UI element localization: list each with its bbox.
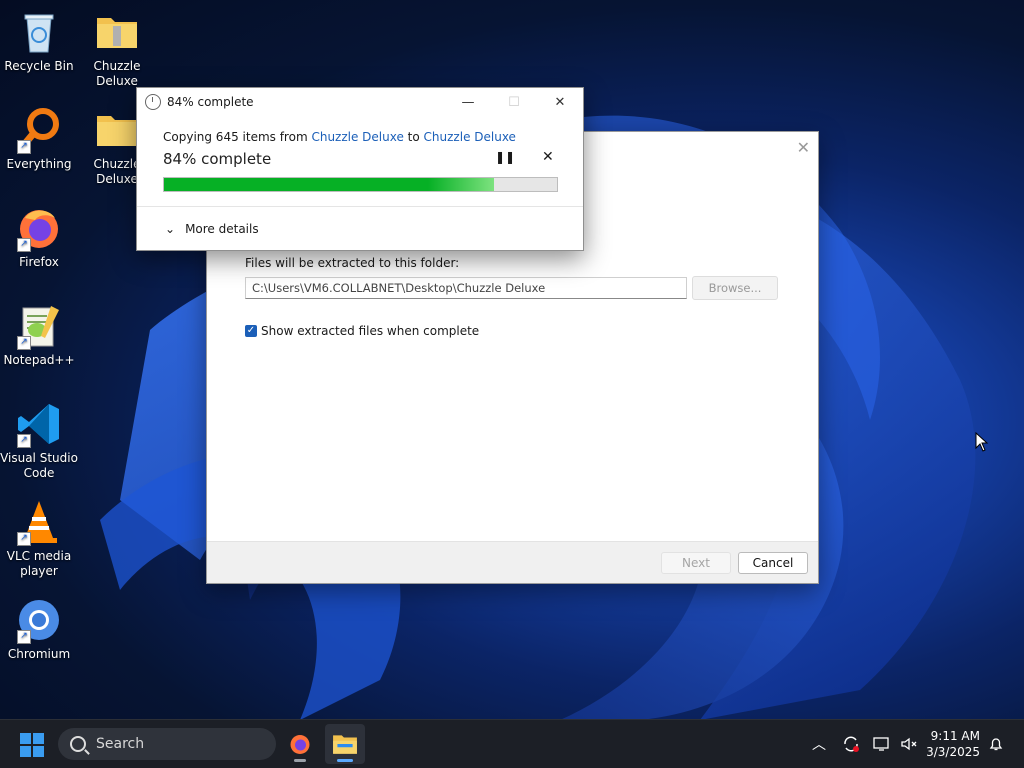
shortcut-arrow-icon: ↗: [17, 532, 31, 546]
start-button[interactable]: [20, 733, 44, 757]
firefox-icon: ↗: [15, 204, 63, 252]
desktop-icon-label: VLC media player: [6, 549, 72, 578]
recycle-bin-icon: [15, 8, 63, 56]
checkmark-icon: ✓: [245, 325, 257, 337]
clock-icon: [145, 94, 161, 110]
shortcut-arrow-icon: ↗: [17, 238, 31, 252]
source-link[interactable]: Chuzzle Deluxe: [311, 130, 403, 144]
show-files-checkbox[interactable]: ✓ Show extracted files when complete: [245, 324, 479, 338]
to-word: to: [403, 130, 424, 144]
desktop-icon-vlc[interactable]: ↗ VLC media player: [0, 498, 78, 579]
file-explorer-icon: [333, 735, 357, 754]
maximize-button: ☐: [508, 94, 520, 110]
desktop-icon-everything[interactable]: ↗ Everything: [0, 106, 78, 172]
desktop-icon-label: Chromium: [7, 647, 71, 661]
close-button[interactable]: ✕: [537, 88, 583, 116]
network-icon[interactable]: [873, 720, 891, 768]
dialog-titlebar: 84% complete — ☐ ✕: [137, 88, 583, 116]
more-details-toggle[interactable]: ⌄ More details: [165, 222, 259, 236]
more-details-label: More details: [185, 222, 259, 236]
pause-button[interactable]: ❚❚: [495, 150, 515, 164]
shortcut-arrow-icon: ↗: [17, 336, 31, 350]
desktop-icon-chromium[interactable]: ↗ Chromium: [0, 596, 78, 662]
vlc-icon: ↗: [15, 498, 63, 546]
desktop-icon-notepadpp[interactable]: ↗ Notepad++: [0, 302, 78, 368]
everything-search-icon: ↗: [15, 106, 63, 154]
copy-description: Copying 645 items from Chuzzle Deluxe to…: [163, 130, 516, 144]
desktop-icon-recycle-bin[interactable]: Recycle Bin: [0, 8, 78, 74]
wizard-close-button[interactable]: ✕: [797, 138, 810, 157]
notifications-button[interactable]: [988, 720, 1004, 768]
shortcut-arrow-icon: ↗: [17, 630, 31, 644]
copy-prefix: Copying 645 items from: [163, 130, 312, 144]
speaker-muted-icon: [901, 737, 917, 751]
taskbar: Search ︿ 9:11 AM 3/3/2025: [0, 719, 1024, 768]
divider: [137, 206, 583, 207]
desktop-icon-label: Notepad++: [3, 353, 75, 367]
show-files-label: Show extracted files when complete: [261, 324, 480, 338]
taskbar-search[interactable]: Search: [58, 728, 276, 760]
destination-label: Files will be extracted to this folder:: [245, 256, 460, 270]
browse-button[interactable]: Browse...: [692, 276, 778, 300]
bell-icon: [989, 738, 1003, 751]
cancel-copy-button[interactable]: ✕: [542, 149, 554, 165]
taskbar-file-explorer[interactable]: [325, 724, 365, 764]
dialog-title: 84% complete: [167, 95, 254, 109]
copy-progress-dialog: 84% complete — ☐ ✕ Copying 645 items fro…: [136, 87, 584, 251]
desktop-icon-label: Visual Studio Code: [0, 451, 78, 480]
desktop-icon-label: Firefox: [19, 255, 59, 269]
desktop-icon-vscode[interactable]: ↗ Visual Studio Code: [0, 400, 78, 481]
desktop-icon-label: Chuzzle Deluxe: [93, 59, 141, 88]
wizard-footer: Next Cancel: [207, 541, 818, 583]
firefox-icon: [290, 735, 310, 754]
desktop-icon-label: Everything: [6, 157, 72, 171]
show-hidden-icons-button[interactable]: ︿: [812, 720, 826, 768]
next-button[interactable]: Next: [661, 552, 731, 574]
chevron-down-icon: ⌄: [165, 222, 176, 236]
shortcut-arrow-icon: ↗: [17, 140, 31, 154]
progress-fill: [164, 178, 495, 191]
vscode-icon: ↗: [15, 400, 63, 448]
percent-complete: 84% complete: [163, 150, 272, 168]
destination-link[interactable]: Chuzzle Deluxe: [424, 130, 516, 144]
folder-icon: [93, 106, 141, 154]
search-placeholder: Search: [96, 736, 145, 752]
clock-time: 9:11 AM: [930, 729, 980, 743]
notepadpp-icon: ↗: [15, 302, 63, 350]
monitor-network-icon: [873, 737, 889, 751]
search-icon: [70, 736, 86, 752]
minimize-button[interactable]: —: [445, 88, 491, 116]
zip-folder-icon: [93, 8, 141, 56]
desktop-icon-firefox[interactable]: ↗ Firefox: [0, 204, 78, 270]
volume-icon[interactable]: [900, 720, 918, 768]
system-clock[interactable]: 9:11 AM 3/3/2025: [926, 728, 980, 760]
sync-icon: [844, 736, 859, 752]
desktop-icon-label: Recycle Bin: [4, 59, 74, 73]
desktop-icon-chuzzle-zip[interactable]: Chuzzle Deluxe: [78, 8, 156, 89]
progress-bar: [163, 177, 558, 192]
clock-date: 3/3/2025: [926, 745, 980, 759]
cancel-button[interactable]: Cancel: [738, 552, 808, 574]
sync-status-icon[interactable]: [842, 720, 860, 768]
destination-path-field[interactable]: C:\Users\VM6.COLLABNET\Desktop\Chuzzle D…: [245, 277, 687, 299]
mouse-cursor-icon: [975, 432, 989, 452]
chevron-up-icon: ︿: [812, 737, 826, 753]
taskbar-firefox[interactable]: [280, 724, 320, 764]
shortcut-arrow-icon: ↗: [17, 434, 31, 448]
chromium-icon: ↗: [15, 596, 63, 644]
